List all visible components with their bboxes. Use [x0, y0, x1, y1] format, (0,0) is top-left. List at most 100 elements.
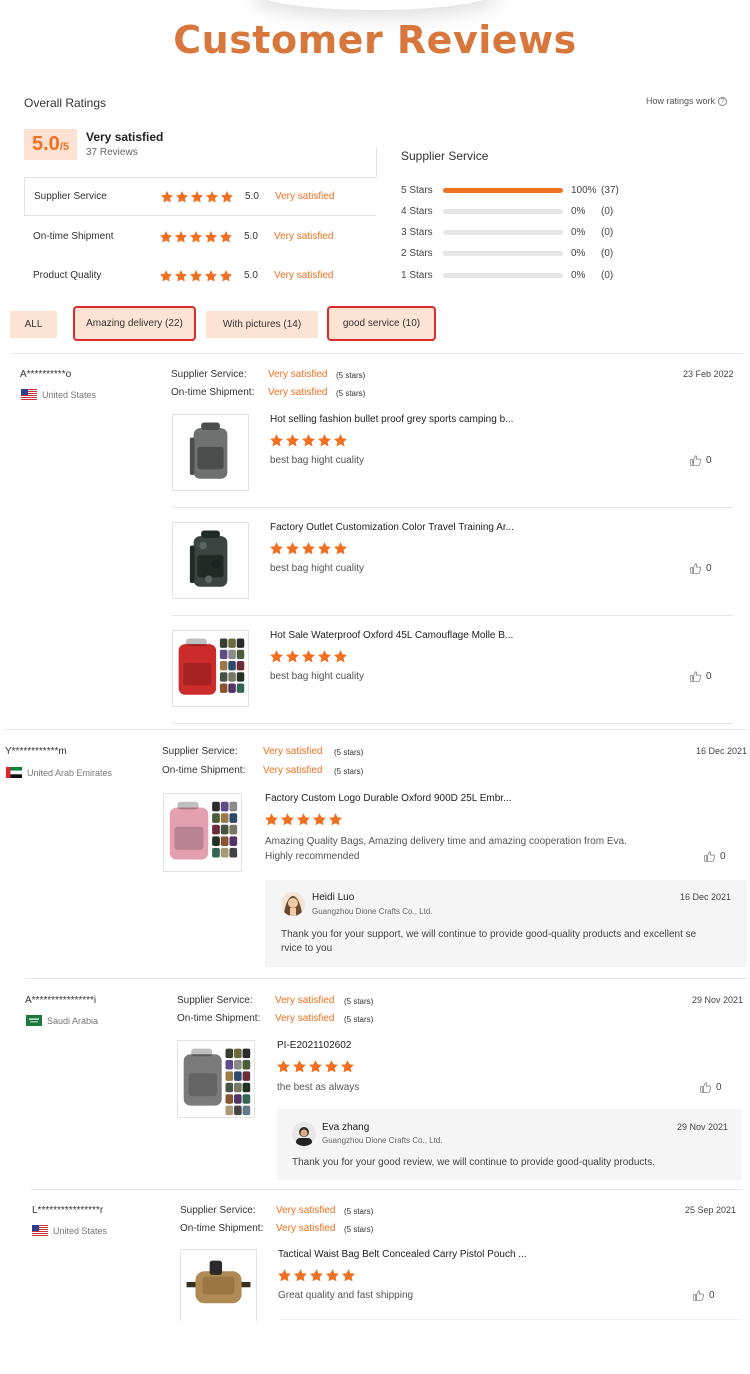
product-image[interactable]	[172, 522, 249, 599]
star-icon	[189, 230, 203, 244]
category-stars	[160, 190, 234, 204]
product-title[interactable]: Factory Outlet Customization Color Trave…	[270, 522, 514, 533]
star-icon	[328, 812, 343, 827]
review-comment: best bag hight cuality	[270, 671, 364, 682]
star-icon	[175, 190, 189, 204]
review-comment: the best as always	[277, 1082, 360, 1093]
distribution-percent: 100%	[571, 184, 597, 196]
filter-all[interactable]: ALL	[10, 311, 57, 338]
like-button[interactable]: 0	[699, 1081, 722, 1094]
product-stars	[269, 433, 348, 448]
star-icon	[301, 541, 316, 556]
product-title[interactable]: Tactical Waist Bag Belt Concealed Carry …	[278, 1249, 527, 1260]
product-image[interactable]	[180, 1249, 257, 1321]
supplier-service-rating: Very satisfied	[275, 995, 335, 1006]
like-button[interactable]: 0	[689, 454, 712, 467]
star-icon	[325, 1268, 340, 1283]
star-icon	[205, 190, 219, 204]
reviewer-country: United Arab Emirates	[6, 767, 112, 778]
saudi-flag-icon	[26, 1015, 42, 1026]
filter-with-pictures[interactable]: With pictures (14)	[206, 311, 318, 338]
distribution-label: 3 Stars	[401, 227, 433, 239]
how-ratings-work-label: How ratings work	[646, 96, 716, 106]
like-count: 0	[706, 671, 712, 682]
product-stars	[276, 1059, 355, 1074]
star-icon	[296, 812, 311, 827]
overall-satisfaction: Very satisfied	[86, 130, 164, 144]
product-title[interactable]: Hot Sale Waterproof Oxford 45L Camouflag…	[270, 630, 513, 641]
shipment-label: On-time Shipment:	[177, 1013, 261, 1024]
shipment-line: On-time Shipment:	[171, 387, 254, 398]
category-name: Product Quality	[33, 270, 102, 281]
product-image[interactable]	[163, 793, 242, 872]
divider	[172, 507, 733, 508]
reviewer-country: United States	[21, 389, 96, 400]
supplier-service-label: Supplier Service:	[162, 746, 238, 757]
supplier-service-label: Supplier Service:	[180, 1205, 256, 1216]
supplier-service-label: Supplier Service:	[177, 995, 253, 1006]
review-comment-line: Highly recommended	[265, 851, 360, 862]
filter-amazing-delivery[interactable]: Amazing delivery (22)	[73, 306, 196, 341]
review-comment-line: Amazing Quality Bags, Amazing delivery t…	[265, 836, 627, 847]
star-icon	[317, 541, 332, 556]
title-shadow	[250, 0, 500, 10]
page-title: Customer Reviews	[173, 18, 577, 62]
filter-label: Amazing delivery (22)	[86, 318, 183, 329]
distribution-percent: 0%	[571, 248, 586, 260]
like-button[interactable]: 0	[689, 562, 712, 575]
product-title[interactable]: Hot selling fashion bullet proof grey sp…	[270, 414, 513, 425]
star-icon	[324, 1059, 339, 1074]
category-stars	[159, 269, 233, 283]
star-icon	[292, 1059, 307, 1074]
star-icon	[159, 269, 173, 283]
star-icon	[276, 1059, 291, 1074]
product-image[interactable]	[172, 414, 249, 491]
filter-good-service[interactable]: good service (10)	[327, 306, 436, 341]
how-ratings-work-link[interactable]: How ratings work?	[646, 96, 728, 107]
reply-author: Heidi Luo	[312, 892, 355, 903]
star-icon	[285, 541, 300, 556]
distribution-label: 4 Stars	[401, 205, 433, 217]
distribution-label: 1 Stars	[401, 269, 433, 281]
product-title[interactable]: Factory Custom Logo Durable Oxford 900D …	[265, 793, 511, 804]
category-value: 5.0	[245, 191, 259, 202]
distribution-count: (0)	[601, 205, 614, 217]
like-button[interactable]: 0	[703, 850, 726, 863]
product-image[interactable]	[177, 1040, 255, 1118]
product-stars	[269, 649, 348, 664]
review-date: 29 Nov 2021	[692, 995, 744, 1005]
supplier-service-label: Supplier Service:	[171, 369, 247, 380]
product-title[interactable]: PI-E2021102602	[277, 1040, 351, 1051]
like-count: 0	[706, 563, 712, 574]
star-icon	[308, 1059, 323, 1074]
category-ratings: Supplier Service 5.0 Very satisfied On-t…	[24, 177, 376, 293]
country-name: United Arab Emirates	[27, 767, 113, 778]
reply-company: Guangzhou Dione Crafts Co., Ltd.	[322, 1136, 443, 1145]
like-count: 0	[706, 455, 712, 466]
distribution-title: Supplier Service	[401, 149, 489, 163]
distribution-percent: 0%	[571, 227, 586, 239]
category-satisfaction: Very satisfied	[275, 191, 335, 202]
overall-score: 5.0	[32, 133, 60, 155]
distribution-label: 2 Stars	[401, 248, 433, 260]
country-name: United States	[53, 1225, 108, 1236]
product-stars	[269, 541, 348, 556]
category-row-product-quality: Product Quality 5.0 Very satisfied	[24, 256, 376, 295]
thumbs-up-icon	[689, 670, 702, 683]
uae-flag-icon	[6, 767, 22, 778]
supplier-service-rating: Very satisfied	[263, 746, 323, 757]
category-value: 5.0	[244, 270, 258, 281]
star-icon	[333, 541, 348, 556]
overall-score-max: /5	[59, 141, 69, 153]
divider	[172, 615, 733, 616]
reviewer-name: L****************r	[32, 1205, 104, 1216]
filter-label: ALL	[24, 319, 43, 330]
star-icon	[301, 433, 316, 448]
like-button[interactable]: 0	[689, 670, 712, 683]
shipment-line: On-time Shipment:	[162, 765, 245, 776]
like-button[interactable]: 0	[692, 1289, 715, 1302]
product-image[interactable]	[172, 630, 249, 707]
star-icon	[333, 649, 348, 664]
star-icon	[317, 649, 332, 664]
category-satisfaction: Very satisfied	[274, 231, 334, 242]
